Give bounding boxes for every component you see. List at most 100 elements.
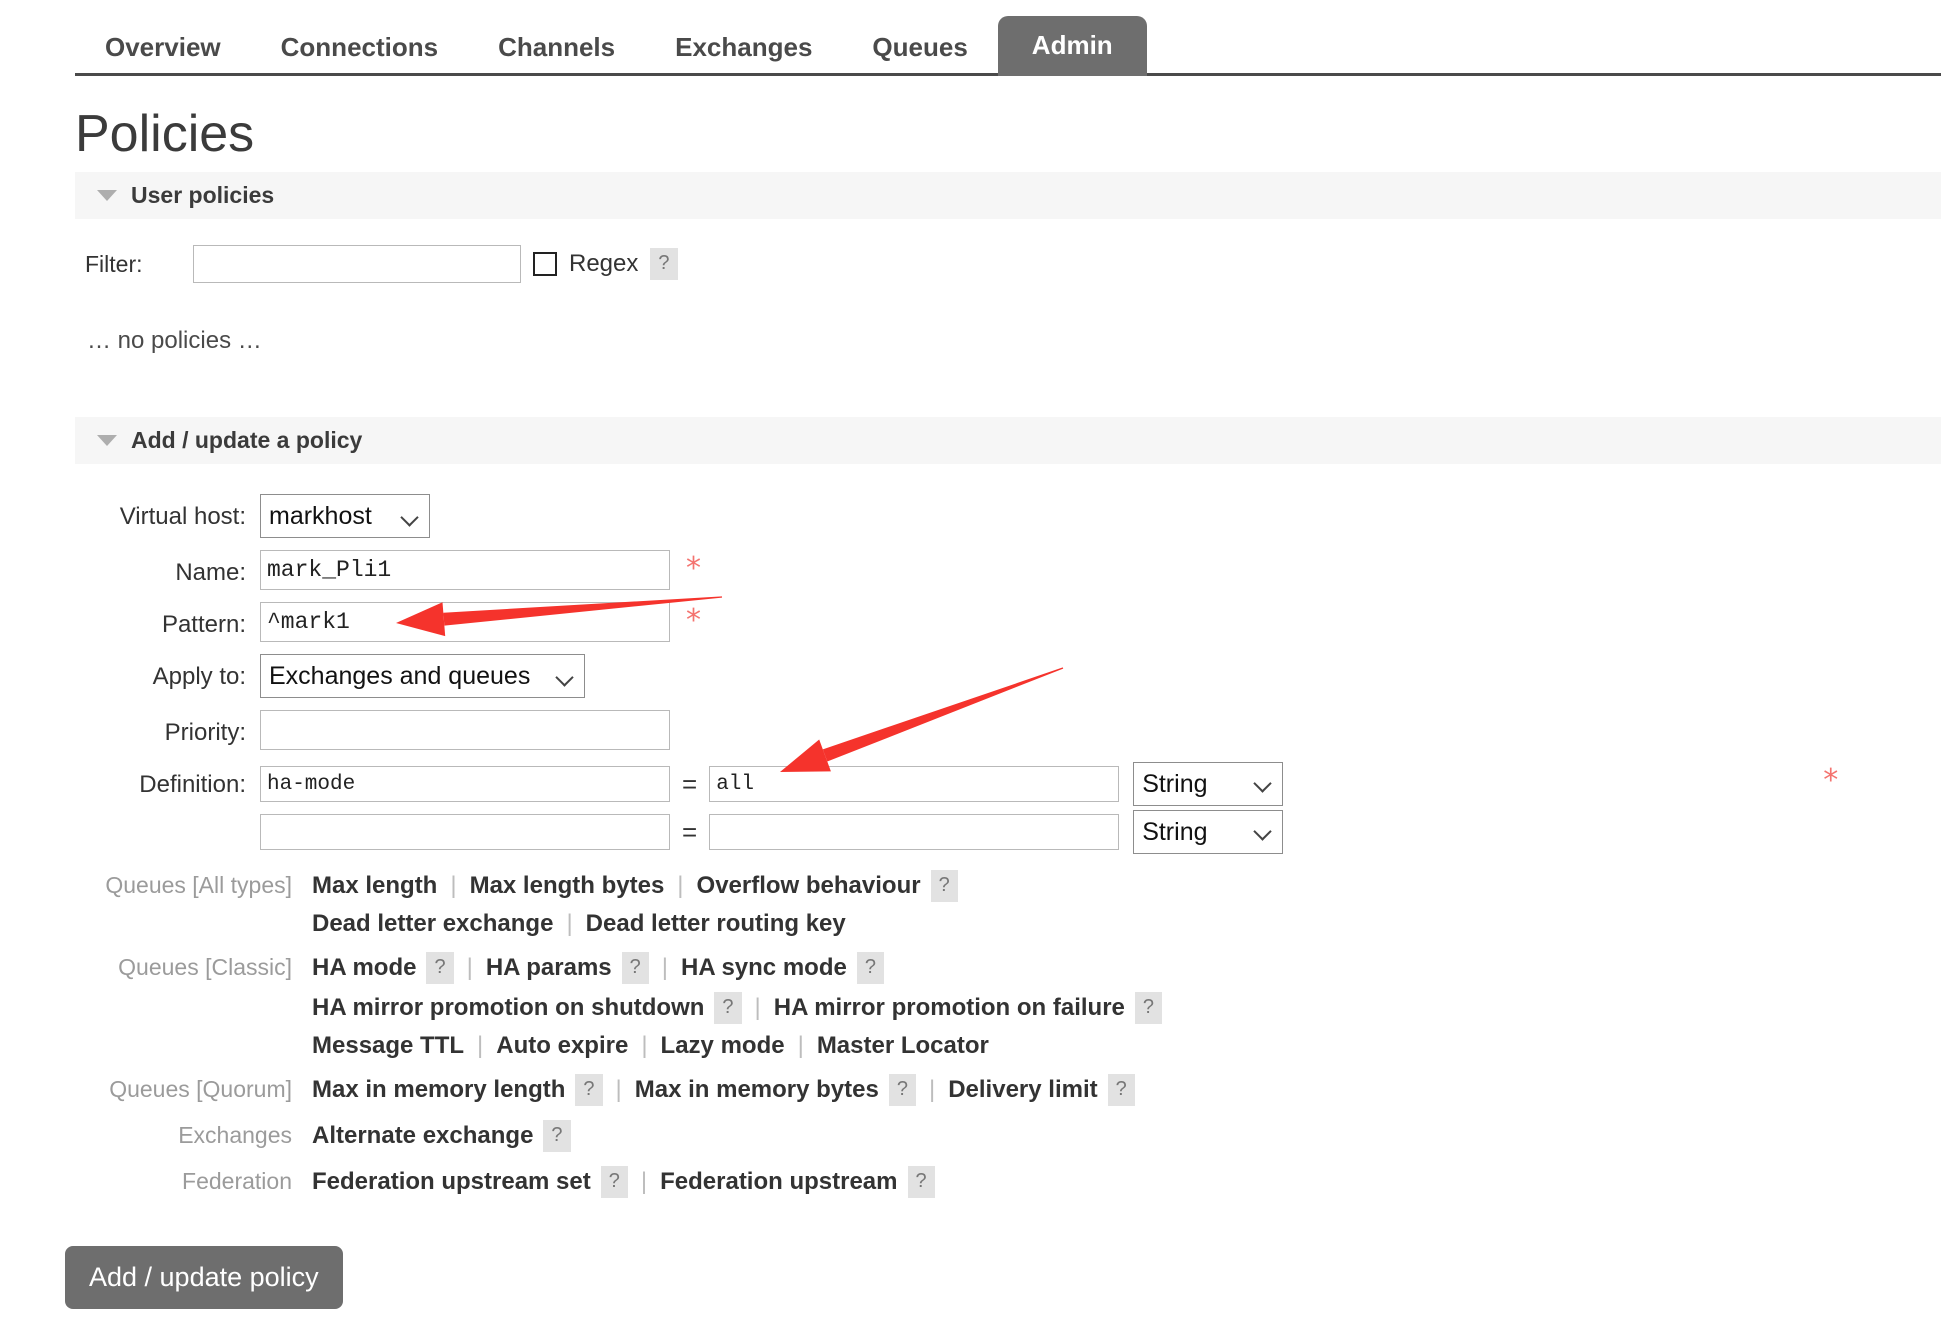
definition-shortcut-links: Queues [All types] Max length | Max length … bbox=[75, 866, 1941, 1206]
definition-link-group: Queues [Quorum] Max in memory length? | Max… bbox=[75, 1070, 1941, 1114]
name-input[interactable] bbox=[260, 550, 670, 590]
definition-link-dead-letter-routing-key[interactable]: Dead letter routing key bbox=[586, 910, 846, 938]
definition-link-line: Dead letter exchange | Dead letter routing… bbox=[312, 910, 958, 938]
definition-value-input-1[interactable] bbox=[709, 814, 1120, 850]
definition-link-lazy-mode[interactable]: Lazy mode bbox=[661, 1032, 785, 1060]
definition-link-line: HA mirror promotion on shutdown? | HA mirr… bbox=[312, 992, 1163, 1024]
definition-entry: = String bbox=[260, 810, 1284, 854]
definition-link-ha-sync-mode[interactable]: HA sync mode bbox=[681, 954, 847, 982]
collapse-triangle-icon[interactable] bbox=[97, 435, 117, 446]
add-policy-section-header[interactable]: Add / update a policy bbox=[75, 417, 1941, 464]
regex-checkbox[interactable] bbox=[533, 252, 557, 276]
help-icon[interactable]: ? bbox=[930, 870, 958, 902]
link-separator: | bbox=[615, 1076, 622, 1103]
priority-input[interactable] bbox=[260, 710, 670, 750]
definition-required-star: * bbox=[1823, 763, 1839, 798]
definition-link-line: Alternate exchange? bbox=[312, 1120, 571, 1152]
pattern-label: Pattern: bbox=[161, 611, 246, 638]
link-separator: | bbox=[477, 1032, 484, 1059]
nav-tab-admin[interactable]: Admin bbox=[997, 16, 1147, 76]
definition-key-input-1[interactable] bbox=[260, 814, 670, 850]
nav-tab-connections[interactable]: Connections bbox=[251, 20, 468, 76]
policies-page: Policies User policies Filter: Regex ? …… bbox=[0, 104, 1941, 1309]
definition-link-auto-expire[interactable]: Auto expire bbox=[496, 1032, 628, 1060]
definition-link-ha-mode[interactable]: HA mode bbox=[312, 954, 416, 982]
vhost-row: Virtual host: markhost bbox=[75, 494, 1941, 538]
help-icon[interactable]: ? bbox=[856, 952, 884, 984]
definition-type-select-0[interactable]: String bbox=[1133, 762, 1284, 806]
definition-link-group: Federation Federation upstream set? | Feder… bbox=[75, 1162, 1941, 1206]
regex-label: Regex bbox=[569, 250, 639, 277]
definition-link-ha-params[interactable]: HA params bbox=[486, 954, 612, 982]
definition-key-input-0[interactable] bbox=[260, 766, 670, 802]
applyto-select-wrapper: Exchanges and queues bbox=[260, 654, 585, 698]
definition-link-lines: Alternate exchange? bbox=[312, 1116, 571, 1160]
definition-link-ha-mirror-promotion-on-shutdown[interactable]: HA mirror promotion on shutdown bbox=[312, 994, 704, 1022]
page-title: Policies bbox=[75, 105, 255, 163]
help-icon[interactable]: ? bbox=[714, 992, 742, 1024]
filter-input[interactable] bbox=[193, 245, 521, 283]
definition-link-line: Max length | Max length bytes | Overflow beh… bbox=[312, 870, 958, 902]
nav-tab-queues[interactable]: Queues bbox=[842, 20, 997, 76]
link-separator: | bbox=[754, 994, 761, 1021]
definition-link-lines: Max length | Max length bytes | Overflow beh… bbox=[312, 866, 958, 946]
help-icon[interactable]: ? bbox=[600, 1166, 628, 1198]
definition-link-group: Queues [All types] Max length | Max length … bbox=[75, 866, 1941, 946]
definition-link-max-length-bytes[interactable]: Max length bytes bbox=[470, 872, 665, 900]
definition-link-federation-upstream-set[interactable]: Federation upstream set bbox=[312, 1168, 591, 1196]
collapse-triangle-icon[interactable] bbox=[97, 190, 117, 201]
link-separator: | bbox=[661, 954, 668, 981]
definition-link-overflow-behaviour[interactable]: Overflow behaviour bbox=[697, 872, 921, 900]
definition-type-select-1[interactable]: String bbox=[1133, 810, 1284, 854]
definition-link-message-ttl[interactable]: Message TTL bbox=[312, 1032, 464, 1060]
equals-sign: = bbox=[682, 816, 698, 847]
help-icon[interactable]: ? bbox=[1134, 992, 1163, 1024]
filter-row: Filter: Regex ? bbox=[85, 245, 1941, 283]
help-icon[interactable]: ? bbox=[575, 1074, 603, 1106]
help-icon[interactable]: ? bbox=[426, 952, 454, 984]
definition-link-max-in-memory-length[interactable]: Max in memory length bbox=[312, 1076, 565, 1104]
priority-row: Priority: bbox=[75, 710, 1941, 750]
definition-link-delivery-limit[interactable]: Delivery limit bbox=[948, 1076, 1097, 1104]
definition-link-category: Exchanges bbox=[178, 1122, 292, 1148]
link-separator: | bbox=[797, 1032, 804, 1059]
applyto-label: Apply to: bbox=[152, 663, 246, 690]
regex-help-icon[interactable]: ? bbox=[650, 248, 678, 280]
definition-grid: = String = String bbox=[260, 762, 1284, 854]
vhost-select[interactable]: markhost bbox=[260, 494, 430, 538]
submit-row: Add / update policy bbox=[65, 1246, 1941, 1309]
definition-link-lines: HA mode? | HA params? | HA sync mode? HA mirr… bbox=[312, 948, 1163, 1068]
definition-link-max-length[interactable]: Max length bbox=[312, 872, 437, 900]
name-row: Name: * bbox=[75, 550, 1941, 590]
definition-link-lines: Federation upstream set? | Federation upst… bbox=[312, 1162, 935, 1206]
applyto-select[interactable]: Exchanges and queues bbox=[260, 654, 585, 698]
definition-value-input-0[interactable] bbox=[709, 766, 1120, 802]
link-separator: | bbox=[928, 1076, 936, 1103]
pattern-input[interactable] bbox=[260, 602, 670, 642]
link-separator: | bbox=[677, 872, 684, 899]
definition-link-dead-letter-exchange[interactable]: Dead letter exchange bbox=[312, 910, 553, 938]
help-icon[interactable]: ? bbox=[888, 1074, 916, 1106]
name-label: Name: bbox=[175, 559, 246, 586]
filter-label: Filter: bbox=[85, 250, 143, 277]
definition-link-alternate-exchange[interactable]: Alternate exchange bbox=[312, 1122, 533, 1150]
user-policies-section-header[interactable]: User policies bbox=[75, 172, 1941, 219]
definition-link-group: Exchanges Alternate exchange? bbox=[75, 1116, 1941, 1160]
nav-tab-channels[interactable]: Channels bbox=[468, 20, 645, 76]
definition-link-max-in-memory-bytes[interactable]: Max in memory bytes bbox=[635, 1076, 879, 1104]
help-icon[interactable]: ? bbox=[907, 1166, 935, 1198]
user-policies-section-title: User policies bbox=[131, 182, 275, 208]
nav-tab-exchanges[interactable]: Exchanges bbox=[645, 20, 842, 76]
definition-link-lines: Max in memory length? | Max in memory byte… bbox=[312, 1070, 1135, 1114]
help-icon[interactable]: ? bbox=[621, 952, 649, 984]
definition-link-ha-mirror-promotion-on-failure[interactable]: HA mirror promotion on failure bbox=[774, 994, 1125, 1022]
add-update-policy-button[interactable]: Add / update policy bbox=[65, 1246, 343, 1309]
definition-entry: = String bbox=[260, 762, 1284, 806]
definition-link-master-locator[interactable]: Master Locator bbox=[817, 1032, 989, 1060]
equals-sign: = bbox=[682, 768, 698, 799]
nav-tab-overview[interactable]: Overview bbox=[75, 20, 251, 76]
definition-link-category: Queues [Quorum] bbox=[109, 1076, 292, 1102]
definition-link-federation-upstream[interactable]: Federation upstream bbox=[660, 1168, 897, 1196]
help-icon[interactable]: ? bbox=[1107, 1074, 1135, 1106]
help-icon[interactable]: ? bbox=[543, 1120, 571, 1152]
